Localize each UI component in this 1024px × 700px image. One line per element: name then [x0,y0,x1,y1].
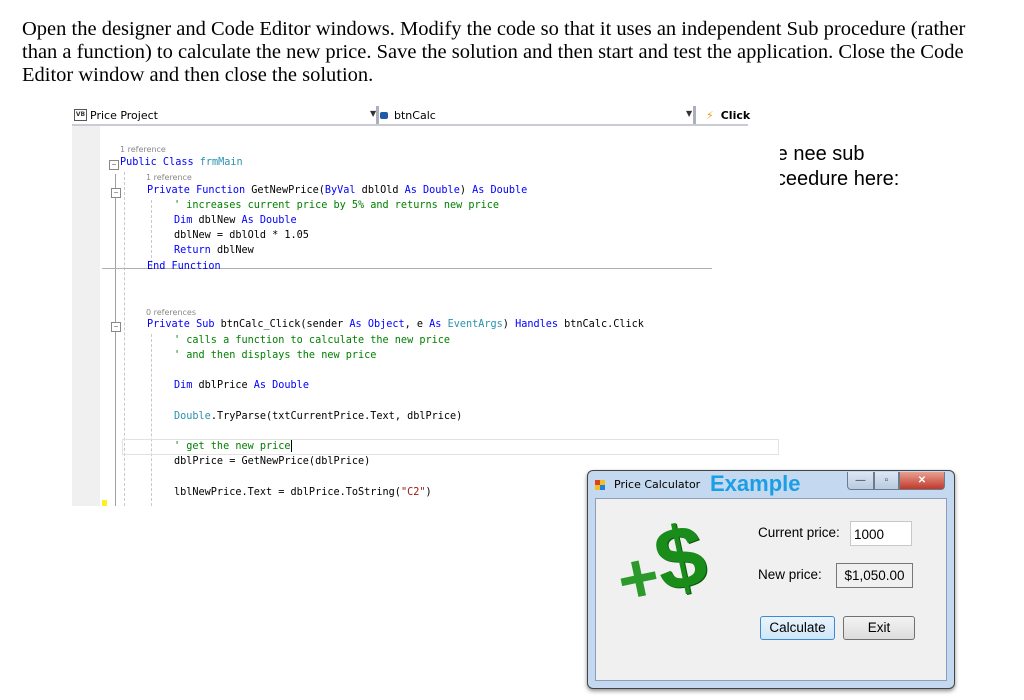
code-string: "C2" [400,487,426,498]
navbar-separator [376,106,379,124]
exit-button[interactable]: Exit [843,616,915,640]
object-icon [380,111,388,119]
current-price-label: Current price: [758,525,840,540]
new-price-label: New price: [758,567,822,582]
collapse-function-icon[interactable]: − [111,188,121,198]
window-title: Price Calculator [614,478,701,491]
event-bolt-icon: ⚡ [706,108,714,122]
indent-guide [151,334,152,506]
instructions-text: Open the designer and Code Editor window… [22,18,966,86]
code-line-class: Public Class frmMain [120,156,243,170]
code-keyword: As [349,319,362,330]
event-dropdown-label: Click [720,108,751,122]
code-keyword: Private Function [147,185,246,196]
code-keyword: As Double [253,380,309,391]
code-line-sub-signature: Private Sub btnCalc_Click(sender As Obje… [147,318,644,332]
text-caret [290,440,292,452]
indent-guide [124,172,125,506]
code-line-dim-new: Dim dblNew As Double [174,214,297,228]
close-button[interactable]: ✕ [898,472,945,490]
code-line-return: Return dblNew [174,244,254,258]
code-navigation-bar: VB Price Project ▼ btnCalc ▼ ⚡ Click [72,106,750,126]
code-text-span: ) [459,185,473,196]
current-price-input[interactable]: 1000 [850,521,912,546]
code-keyword: As Double [241,215,297,226]
code-keyword: Return [174,245,211,256]
code-line-assign-new: dblNew = dblOld * 1.05 [174,230,309,241]
code-line-end-function: End Function [147,261,221,272]
code-keyword: Public Class [120,157,194,168]
code-text-span: ) [425,487,432,498]
code-keyword: As Double [472,185,528,196]
new-price-value: $1,050.00 [836,563,913,588]
event-dropdown[interactable]: ⚡ Click [706,108,750,122]
codelens-class-references[interactable]: 1 reference [120,143,166,157]
code-line-dim-price: Dim dblPrice As Double [174,379,309,393]
code-text-span: dblPrice [192,380,254,391]
maximize-button[interactable]: ▫ [873,472,899,490]
navbar-separator [693,106,696,124]
code-line-tryparse: Double.TryParse(txtCurrentPrice.Text, db… [174,410,462,424]
object-dropdown-chevron-icon[interactable]: ▼ [686,109,692,118]
collapse-class-icon[interactable]: − [109,160,119,170]
calculate-button[interactable]: Calculate [760,616,835,640]
code-keyword: Dim [174,380,193,391]
code-line-label-assign: lblNewPrice.Text = dblPrice.ToString("C2… [174,486,432,500]
window-controls: — ▫ ✕ [847,472,945,490]
code-line-comment: ' increases current price by 5% and retu… [174,200,500,211]
code-line-comment: ' and then displays the new price [174,350,377,361]
minimize-button[interactable]: — [847,472,874,490]
code-editor[interactable]: VB Price Project ▼ btnCalc ▼ ⚡ Click − −… [72,106,780,506]
code-keyword: ByVal [324,185,356,196]
code-text-span: .TryParse(txtCurrentPrice.Text, dblPrice… [210,411,463,422]
change-marker [102,500,107,506]
window-title-bar[interactable]: Price Calculator Example — ▫ ✕ [588,471,954,498]
code-class-name: frmMain [199,157,243,168]
indent-guide [151,200,152,268]
code-line-assign-price: dblPrice = GetNewPrice(dblPrice) [174,456,371,467]
code-text-span: GetNewPrice( [245,185,325,196]
object-dropdown[interactable]: btnCalc [380,108,436,122]
codelens-function-references[interactable]: 1 reference [146,171,192,185]
window-client-area: + $ Current price: 1000 New price: $1,05… [595,498,947,681]
outline-line [115,174,116,506]
code-text-span: btnCalc_Click(sender [214,319,350,330]
app-icon [595,480,605,490]
object-dropdown-label: btnCalc [394,108,436,122]
code-text-span: btnCalc.Click [558,319,644,330]
code-type: Double [174,411,211,422]
code-line-function-signature: Private Function GetNewPrice(ByVal dblOl… [147,184,527,198]
price-calculator-window: Price Calculator Example — ▫ ✕ + $ Curre… [587,470,955,689]
code-keyword: Private Sub [147,319,215,330]
code-comment: ' get the new price [174,441,291,452]
code-keyword: Object [361,319,405,330]
example-label: Example [710,471,801,496]
code-line-comment: ' calls a function to calculate the new … [174,335,451,346]
code-text[interactable]: 1 reference Public Class frmMain 1 refer… [72,106,644,498]
code-text-span: dblOld [355,185,405,196]
code-text-span: , e [404,319,430,330]
code-keyword: As Double [404,185,460,196]
code-text-span: dblNew [210,245,254,256]
code-text-span: lblNewPrice.Text = dblPrice.ToString( [174,487,401,498]
code-type: EventArgs [441,319,503,330]
code-line-comment-get: ' get the new price [174,440,292,454]
project-dropdown-label: Price Project [90,108,158,122]
code-keyword: Dim [174,215,193,226]
collapse-sub-icon[interactable]: − [111,322,121,332]
code-text-span: ) [502,319,516,330]
code-keyword: Handles [515,319,559,330]
code-keyword: As [429,319,442,330]
code-text-span: dblNew [192,215,242,226]
